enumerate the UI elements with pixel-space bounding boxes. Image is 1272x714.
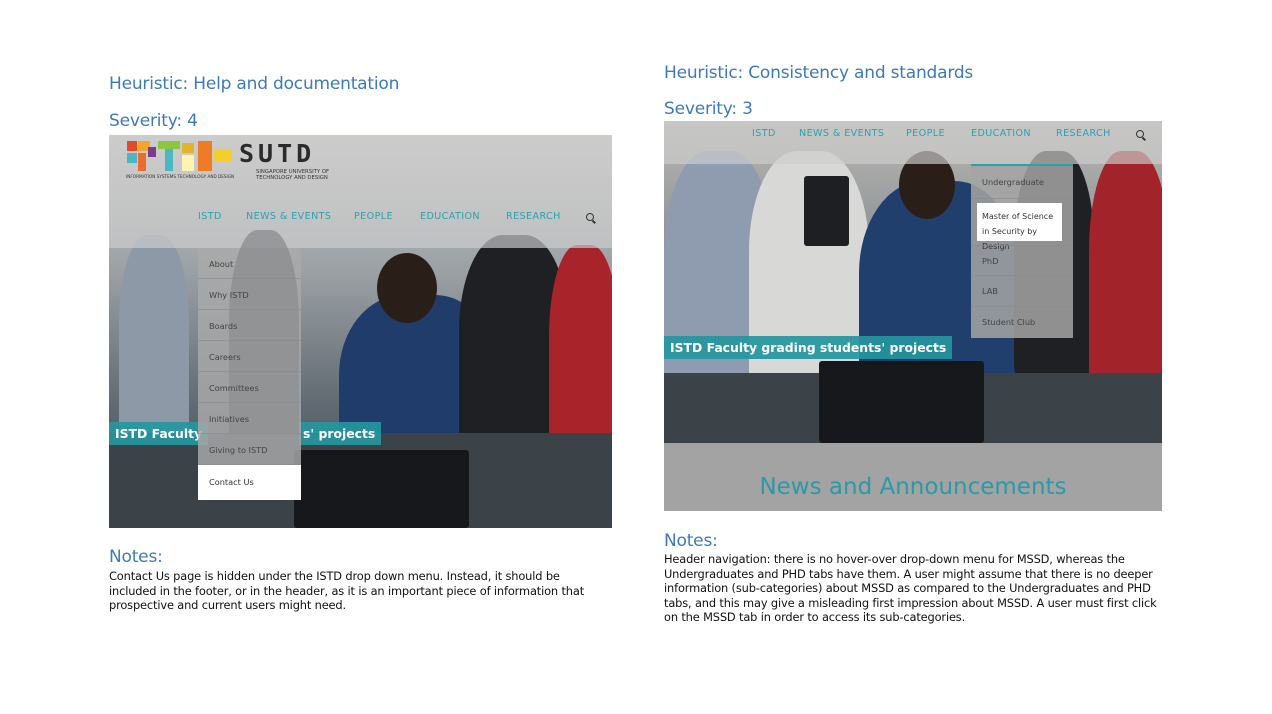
sutd-logo-letters: SUTD [239,139,316,168]
right-severity: Severity: 3 [664,99,753,119]
dropdown-item-boards[interactable]: Boards [198,310,301,341]
nav-education[interactable]: EDUCATION [971,128,1031,139]
istd-logo-subtitle: INFORMATION SYSTEMS TECHNOLOGY AND DESIG… [126,174,235,179]
news-section: News and Announcements [664,443,1162,511]
right-notes-body: Header navigation: there is no hover-ove… [664,552,1157,625]
dropdown-item-undergraduate[interactable]: Undergraduate [971,166,1073,199]
istd-logo: INFORMATION SYSTEMS TECHNOLOGY AND DESIG… [124,141,236,181]
left-severity: Severity: 4 [109,111,198,131]
nav-people[interactable]: PEOPLE [906,128,945,139]
nav-istd[interactable]: ISTD [752,128,776,139]
photo-backdrop [664,121,1162,443]
search-icon[interactable] [586,213,594,221]
right-screenshot: ISTD NEWS & EVENTS PEOPLE EDUCATION RESE… [664,121,1162,511]
dropdown-item-phd[interactable]: PhD [971,245,1073,276]
nav-research[interactable]: RESEARCH [506,211,561,222]
sutd-logo: SUTD SINGAPORE UNIVERSITY OF TECHNOLOGY … [239,139,339,181]
dropdown-item-master-of-science[interactable]: Master of Science in Security by Design [977,203,1062,251]
right-heuristic-title: Heuristic: Consistency and standards [664,63,974,83]
search-icon[interactable] [1136,130,1144,138]
dropdown-item-initiatives[interactable]: Initiatives [198,403,301,434]
nav-istd[interactable]: ISTD [198,211,222,222]
left-screenshot: INFORMATION SYSTEMS TECHNOLOGY AND DESIG… [109,135,612,528]
left-notes-body: Contact Us page is hidden under the ISTD… [109,569,585,613]
dropdown-item-committees[interactable]: Committees [198,372,301,403]
news-section-title: News and Announcements [759,474,1067,500]
dropdown-item-student-club[interactable]: Student Club [971,307,1073,338]
dropdown-item-about[interactable]: About [198,248,301,279]
dropdown-item-contact-us[interactable]: Contact Us [198,465,301,500]
left-notes-title: Notes: [109,547,163,567]
education-dropdown-menu: Undergraduate Master of Science in Secur… [971,164,1073,338]
nav-people[interactable]: PEOPLE [354,211,393,222]
hero-caption: ISTD Faculty grading students' projects [664,336,953,359]
dropdown-item-lab[interactable]: LAB [971,276,1073,307]
right-notes-title: Notes: [664,531,718,551]
sutd-logo-subtitle-2: TECHNOLOGY AND DESIGN [256,175,328,181]
left-heuristic-title: Heuristic: Help and documentation [109,74,400,94]
dropdown-item-careers[interactable]: Careers [198,341,301,372]
hero-caption-right: s' projects [299,422,382,445]
nav-news-events[interactable]: NEWS & EVENTS [246,211,331,222]
nav-news-events[interactable]: NEWS & EVENTS [799,128,884,139]
dropdown-item-giving-to-istd[interactable]: Giving to ISTD [198,434,301,465]
dropdown-item-why-istd[interactable]: Why ISTD [198,279,301,310]
hero-caption-left: ISTD Faculty [109,422,209,445]
nav-research[interactable]: RESEARCH [1056,128,1111,139]
istd-dropdown-menu: About Why ISTD Boards Careers Committees… [198,248,301,500]
nav-education[interactable]: EDUCATION [420,211,480,222]
